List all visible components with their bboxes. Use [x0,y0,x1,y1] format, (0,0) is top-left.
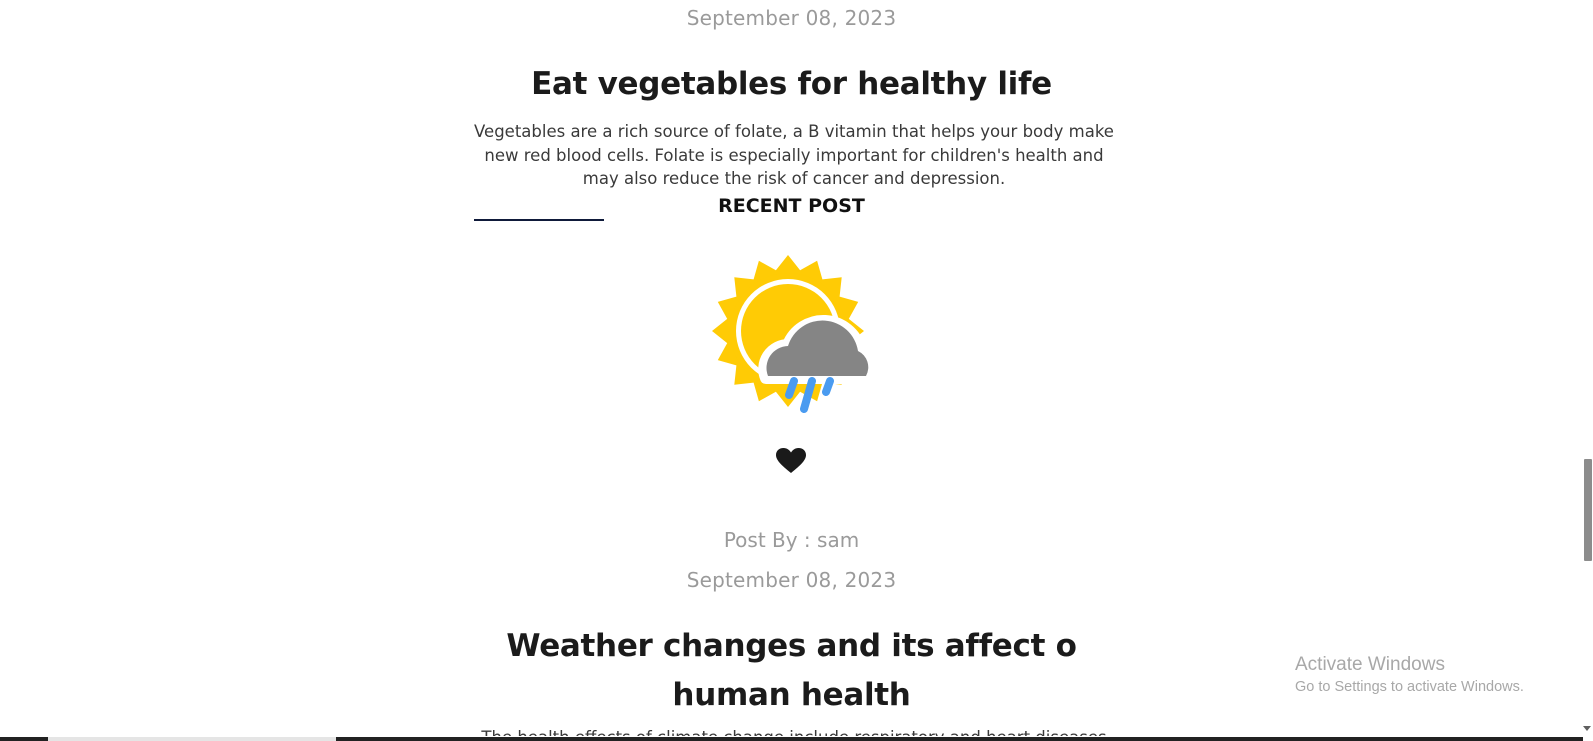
taskbar-segment [48,737,336,741]
recent-post-underline [474,219,604,221]
scrollbar-thumb[interactable] [1584,459,1592,561]
post-author: Post By : sam [723,528,860,552]
post-date: September 08, 2023 [686,6,897,30]
scroll-down-icon[interactable] [1583,726,1591,731]
sun-cloud-rain-icon[interactable] [710,253,890,425]
post-title[interactable]: Eat vegetables for healthy life [0,66,1583,102]
recent-post-heading: RECENT POST [718,195,865,217]
scrollbar[interactable] [1583,0,1593,741]
blog-page: September 08, 2023 Eat vegetables for he… [0,0,1593,741]
activate-windows-title: Activate Windows [1295,654,1445,675]
heart-icon[interactable] [776,448,806,474]
post-excerpt: The health effects of climate change inc… [474,726,1114,736]
activate-windows-subtitle: Go to Settings to activate Windows. [1295,679,1524,695]
post-date: September 08, 2023 [686,568,897,592]
post-excerpt: Vegetables are a rich source of folate, … [474,122,1114,188]
